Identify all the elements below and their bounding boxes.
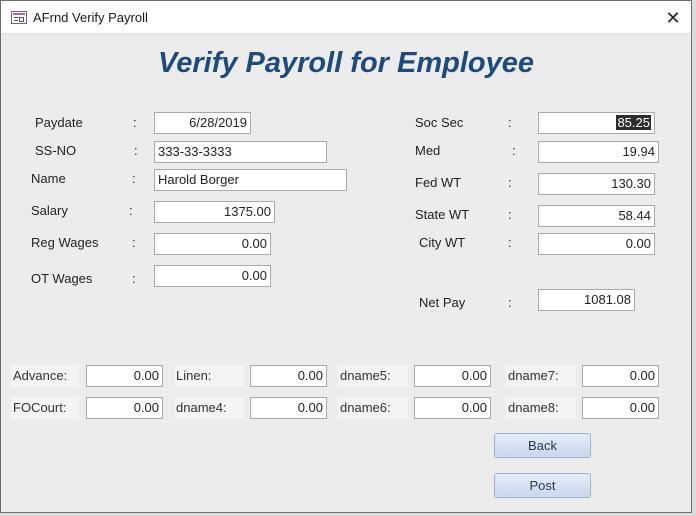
city-wt-field[interactable]: 0.00 xyxy=(538,233,655,255)
back-button[interactable]: Back xyxy=(494,433,591,458)
ss-no-label: SS-NO xyxy=(35,143,77,158)
name-field[interactable]: Harold Borger xyxy=(154,169,347,191)
dname5-field[interactable]: 0.00 xyxy=(414,365,491,387)
net-pay-label: Net Pay xyxy=(419,295,466,310)
state-wt-label: State WT xyxy=(415,207,470,222)
post-button[interactable]: Post xyxy=(494,473,591,498)
dname4-field[interactable]: 0.00 xyxy=(250,397,327,419)
title-bar: AFrnd Verify Payroll ✕ xyxy=(1,1,691,34)
salary-label: Salary xyxy=(31,203,68,218)
dname8-field[interactable]: 0.00 xyxy=(582,397,659,419)
ot-wages-field[interactable]: 0.00 xyxy=(154,265,271,287)
colon: : xyxy=(512,143,516,158)
fed-wt-field[interactable]: 130.30 xyxy=(538,173,655,195)
dname6-label: dname6: xyxy=(338,397,408,419)
ss-no-field[interactable]: 333-33-3333 xyxy=(154,141,327,163)
net-pay-field[interactable]: 1081.08 xyxy=(538,289,635,311)
close-button[interactable]: ✕ xyxy=(661,6,685,30)
advance-label: Advance: xyxy=(11,365,79,387)
reg-wages-field[interactable]: 0.00 xyxy=(154,233,271,255)
linen-field[interactable]: 0.00 xyxy=(250,365,327,387)
dname4-label: dname4: xyxy=(174,397,244,419)
verify-payroll-window: AFrnd Verify Payroll ✕ Verify Payroll fo… xyxy=(0,0,692,513)
colon: : xyxy=(129,203,133,218)
colon: : xyxy=(508,207,512,222)
dname5-label: dname5: xyxy=(338,365,408,387)
med-label: Med xyxy=(415,143,441,158)
dname8-label: dname8: xyxy=(506,397,576,419)
form-icon xyxy=(11,11,27,24)
soc-sec-field[interactable]: 85.25 xyxy=(538,112,655,134)
dname6-field[interactable]: 0.00 xyxy=(414,397,491,419)
paydate-field[interactable]: 6/28/2019 xyxy=(154,112,251,134)
focourt-label: FOCourt: xyxy=(11,397,79,419)
window-title: AFrnd Verify Payroll xyxy=(33,10,148,25)
colon: : xyxy=(508,295,512,310)
soc-sec-value-selected: 85.25 xyxy=(616,115,651,130)
page-heading: Verify Payroll for Employee xyxy=(157,47,535,79)
name-label: Name xyxy=(31,171,66,186)
dname7-label: dname7: xyxy=(506,365,576,387)
reg-wages-label: Reg Wages xyxy=(31,235,99,250)
colon: : xyxy=(508,115,512,130)
fed-wt-label: Fed WT xyxy=(415,175,462,190)
city-wt-label: City WT xyxy=(419,235,466,250)
colon: : xyxy=(508,175,512,190)
soc-sec-label: Soc Sec xyxy=(415,115,464,130)
linen-label: Linen: xyxy=(174,365,244,387)
colon: : xyxy=(132,171,136,186)
state-wt-field[interactable]: 58.44 xyxy=(538,205,655,227)
ot-wages-label: OT Wages xyxy=(31,271,93,286)
colon: : xyxy=(134,143,138,158)
colon: : xyxy=(508,235,512,250)
focourt-field[interactable]: 0.00 xyxy=(86,397,163,419)
colon: : xyxy=(132,271,136,286)
advance-field[interactable]: 0.00 xyxy=(86,365,163,387)
paydate-label: Paydate xyxy=(35,115,83,130)
med-field[interactable]: 19.94 xyxy=(538,141,659,163)
salary-field[interactable]: 1375.00 xyxy=(154,201,275,223)
colon: : xyxy=(132,235,136,250)
colon: : xyxy=(133,115,137,130)
dname7-field[interactable]: 0.00 xyxy=(582,365,659,387)
